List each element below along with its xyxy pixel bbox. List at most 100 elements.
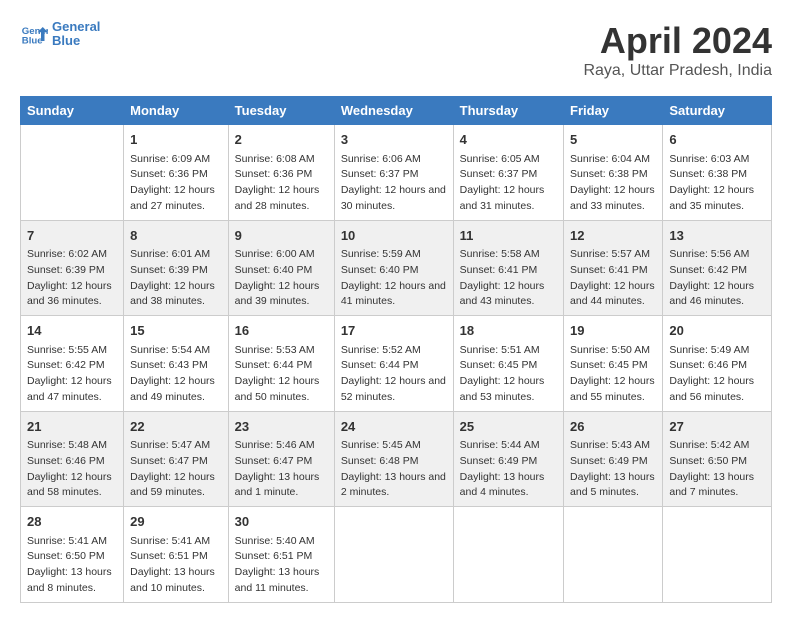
subtitle: Raya, Uttar Pradesh, India <box>583 62 772 80</box>
day-number: 28 <box>27 512 117 532</box>
daylight-text: Daylight: 12 hours and 44 minutes. <box>570 280 655 308</box>
day-number: 18 <box>460 321 557 341</box>
sunrise-text: Sunrise: 5:43 AM <box>570 439 650 451</box>
calendar-cell <box>334 507 453 603</box>
sunset-text: Sunset: 6:48 PM <box>341 455 419 467</box>
day-number: 8 <box>130 226 222 246</box>
sunrise-text: Sunrise: 6:04 AM <box>570 153 650 165</box>
sunrise-text: Sunrise: 5:52 AM <box>341 344 421 356</box>
calendar-cell: 14Sunrise: 5:55 AMSunset: 6:42 PMDayligh… <box>21 316 124 412</box>
calendar-cell: 5Sunrise: 6:04 AMSunset: 6:38 PMDaylight… <box>564 125 663 221</box>
calendar-cell: 28Sunrise: 5:41 AMSunset: 6:50 PMDayligh… <box>21 507 124 603</box>
sunrise-text: Sunrise: 5:50 AM <box>570 344 650 356</box>
sunrise-text: Sunrise: 5:53 AM <box>235 344 315 356</box>
day-number: 3 <box>341 130 447 150</box>
day-number: 7 <box>27 226 117 246</box>
sunset-text: Sunset: 6:43 PM <box>130 359 208 371</box>
sunset-text: Sunset: 6:40 PM <box>341 264 419 276</box>
logo-line2: Blue <box>52 34 100 48</box>
sunset-text: Sunset: 6:40 PM <box>235 264 313 276</box>
daylight-text: Daylight: 12 hours and 47 minutes. <box>27 375 112 403</box>
daylight-text: Daylight: 13 hours and 7 minutes. <box>669 471 754 499</box>
daylight-text: Daylight: 12 hours and 27 minutes. <box>130 184 215 212</box>
day-number: 19 <box>570 321 656 341</box>
daylight-text: Daylight: 12 hours and 59 minutes. <box>130 471 215 499</box>
calendar-cell <box>663 507 772 603</box>
daylight-text: Daylight: 12 hours and 53 minutes. <box>460 375 545 403</box>
daylight-text: Daylight: 12 hours and 49 minutes. <box>130 375 215 403</box>
sunrise-text: Sunrise: 6:06 AM <box>341 153 421 165</box>
daylight-text: Daylight: 12 hours and 39 minutes. <box>235 280 320 308</box>
sunset-text: Sunset: 6:37 PM <box>460 168 538 180</box>
calendar-week-row: 28Sunrise: 5:41 AMSunset: 6:50 PMDayligh… <box>21 507 772 603</box>
day-number: 30 <box>235 512 328 532</box>
calendar-cell: 3 Sunrise: 6:06 AM Sunset: 6:37 PM Daylight… <box>334 125 453 221</box>
calendar-week-row: 1 Sunrise: 6:09 AM Sunset: 6:36 PM Daylight… <box>21 125 772 221</box>
sunset-text: Sunset: 6:36 PM <box>235 168 313 180</box>
calendar-week-row: 7Sunrise: 6:02 AMSunset: 6:39 PMDaylight… <box>21 220 772 316</box>
day-number: 26 <box>570 417 656 437</box>
calendar-cell: 18Sunrise: 5:51 AMSunset: 6:45 PMDayligh… <box>453 316 563 412</box>
sunrise-text: Sunrise: 5:54 AM <box>130 344 210 356</box>
title-block: April 2024 Raya, Uttar Pradesh, India <box>583 20 772 80</box>
sunset-text: Sunset: 6:42 PM <box>27 359 105 371</box>
sunrise-text: Sunrise: 6:09 AM <box>130 153 210 165</box>
calendar-cell: 11Sunrise: 5:58 AMSunset: 6:41 PMDayligh… <box>453 220 563 316</box>
day-number: 24 <box>341 417 447 437</box>
sunset-text: Sunset: 6:47 PM <box>235 455 313 467</box>
sunrise-text: Sunrise: 5:41 AM <box>27 535 107 547</box>
header-friday: Friday <box>564 97 663 125</box>
calendar-cell: 27Sunrise: 5:42 AMSunset: 6:50 PMDayligh… <box>663 411 772 507</box>
calendar-cell <box>453 507 563 603</box>
sunrise-text: Sunrise: 5:45 AM <box>341 439 421 451</box>
calendar-cell: 21Sunrise: 5:48 AMSunset: 6:46 PMDayligh… <box>21 411 124 507</box>
daylight-text: Daylight: 12 hours and 52 minutes. <box>341 375 446 403</box>
daylight-text: Daylight: 13 hours and 11 minutes. <box>235 566 320 594</box>
sunset-text: Sunset: 6:51 PM <box>235 550 313 562</box>
sunset-text: Sunset: 6:44 PM <box>341 359 419 371</box>
daylight-text: Daylight: 12 hours and 50 minutes. <box>235 375 320 403</box>
daylight-text: Daylight: 12 hours and 28 minutes. <box>235 184 320 212</box>
calendar-cell: 2Sunrise: 6:08 AMSunset: 6:36 PMDaylight… <box>228 125 334 221</box>
sunrise-text: Sunrise: 6:05 AM <box>460 153 540 165</box>
daylight-text: Daylight: 12 hours and 46 minutes. <box>669 280 754 308</box>
sunset-text: Sunset: 6:46 PM <box>669 359 747 371</box>
sunset-text: Sunset: 6:37 PM <box>341 168 419 180</box>
sunrise-text: Sunrise: 5:55 AM <box>27 344 107 356</box>
header-wednesday: Wednesday <box>334 97 453 125</box>
daylight-text: Daylight: 12 hours and 35 minutes. <box>669 184 754 212</box>
calendar-cell: 16Sunrise: 5:53 AMSunset: 6:44 PMDayligh… <box>228 316 334 412</box>
sunrise-text: Sunrise: 5:40 AM <box>235 535 315 547</box>
sunrise-text: Sunrise: 5:42 AM <box>669 439 749 451</box>
logo-icon: General Blue <box>20 20 48 48</box>
main-title: April 2024 <box>583 20 772 62</box>
day-number: 25 <box>460 417 557 437</box>
day-number: 9 <box>235 226 328 246</box>
day-number: 6 <box>669 130 765 150</box>
day-number: 10 <box>341 226 447 246</box>
sunset-text: Sunset: 6:47 PM <box>130 455 208 467</box>
sunset-text: Sunset: 6:38 PM <box>669 168 747 180</box>
calendar-cell: 29Sunrise: 5:41 AMSunset: 6:51 PMDayligh… <box>124 507 229 603</box>
sunset-text: Sunset: 6:49 PM <box>460 455 538 467</box>
sunset-text: Sunset: 6:38 PM <box>570 168 648 180</box>
calendar-header-row: SundayMondayTuesdayWednesdayThursdayFrid… <box>21 97 772 125</box>
sunrise-text: Sunrise: 5:48 AM <box>27 439 107 451</box>
day-number: 1 <box>130 130 222 150</box>
sunrise-text: Sunrise: 6:08 AM <box>235 153 315 165</box>
day-number: 23 <box>235 417 328 437</box>
calendar-cell: 13Sunrise: 5:56 AMSunset: 6:42 PMDayligh… <box>663 220 772 316</box>
page-header: General Blue General Blue April 2024 Ray… <box>20 20 772 80</box>
sunset-text: Sunset: 6:39 PM <box>27 264 105 276</box>
sunrise-text: Sunrise: 5:59 AM <box>341 248 421 260</box>
calendar-cell: 24Sunrise: 5:45 AMSunset: 6:48 PMDayligh… <box>334 411 453 507</box>
daylight-text: Daylight: 12 hours and 36 minutes. <box>27 280 112 308</box>
day-number: 12 <box>570 226 656 246</box>
calendar-cell: 4Sunrise: 6:05 AMSunset: 6:37 PMDaylight… <box>453 125 563 221</box>
sunrise-text: Sunrise: 5:41 AM <box>130 535 210 547</box>
daylight-text: Daylight: 12 hours and 30 minutes. <box>341 184 446 212</box>
sunset-text: Sunset: 6:41 PM <box>460 264 538 276</box>
day-number: 17 <box>341 321 447 341</box>
header-saturday: Saturday <box>663 97 772 125</box>
daylight-text: Daylight: 12 hours and 38 minutes. <box>130 280 215 308</box>
